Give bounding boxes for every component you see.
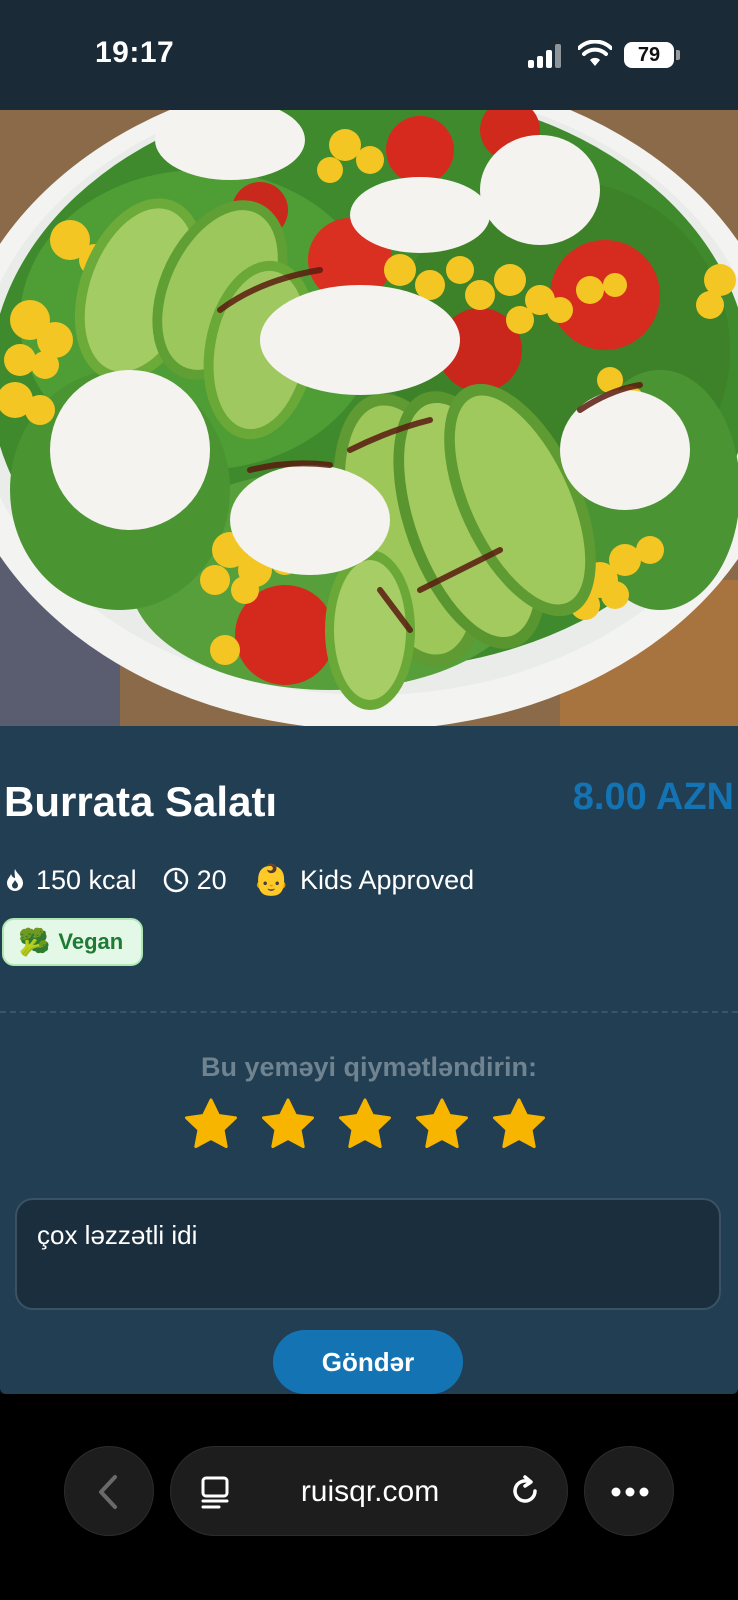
flame-icon bbox=[7, 869, 23, 891]
vegan-badge-label: Vegan bbox=[58, 929, 124, 954]
dish-title: Burrata Salatı bbox=[4, 778, 278, 825]
rating-label: Bu yeməyi qiymətləndirin: bbox=[200, 1052, 538, 1082]
time-value: 20 bbox=[196, 864, 227, 895]
calories-item: 150 kcal bbox=[2, 865, 137, 896]
clock-icon bbox=[163, 867, 188, 893]
dish-photo bbox=[0, 110, 738, 726]
star-icon[interactable] bbox=[259, 1096, 317, 1154]
star-icon[interactable] bbox=[413, 1096, 471, 1154]
cellular-signal-icon bbox=[528, 44, 566, 68]
back-button[interactable] bbox=[64, 1446, 154, 1536]
star-icon[interactable] bbox=[336, 1096, 394, 1154]
star-icon[interactable] bbox=[490, 1096, 548, 1154]
dish-meta: 150 kcal 20 👶 Kids Approved bbox=[2, 860, 500, 900]
section-divider bbox=[0, 1011, 738, 1013]
chevron-left-icon bbox=[99, 1475, 117, 1509]
address-bar[interactable]: ruisqr.com bbox=[170, 1446, 568, 1536]
vegan-badge: 🥦 Vegan bbox=[2, 918, 144, 966]
comment-input[interactable] bbox=[15, 1198, 721, 1310]
more-icon bbox=[611, 1487, 649, 1497]
star-rating bbox=[182, 1096, 567, 1154]
status-bar: 19:17 79 bbox=[0, 0, 738, 110]
broccoli-icon: 🥦 bbox=[18, 926, 51, 957]
kids-label: Kids Approved bbox=[299, 864, 475, 895]
dish-price: 8.00 AZN bbox=[572, 776, 734, 818]
time-item: 20 bbox=[163, 865, 227, 896]
status-time: 19:17 bbox=[95, 36, 175, 69]
wifi-icon bbox=[578, 40, 612, 66]
salad-photo-icon bbox=[0, 110, 738, 726]
kids-item: 👶 Kids Approved bbox=[253, 863, 474, 898]
star-icon[interactable] bbox=[182, 1096, 240, 1154]
submit-button[interactable]: Göndər bbox=[273, 1330, 463, 1394]
calories-value: 150 kcal bbox=[36, 864, 137, 895]
dish-card: Burrata Salatı 8.00 AZN 150 kcal 20 👶 Ki… bbox=[0, 726, 738, 1394]
battery-indicator: 79 bbox=[624, 42, 680, 68]
baby-icon: 👶 bbox=[252, 863, 290, 897]
reload-icon[interactable] bbox=[507, 1473, 543, 1509]
more-options-button[interactable] bbox=[584, 1446, 674, 1536]
